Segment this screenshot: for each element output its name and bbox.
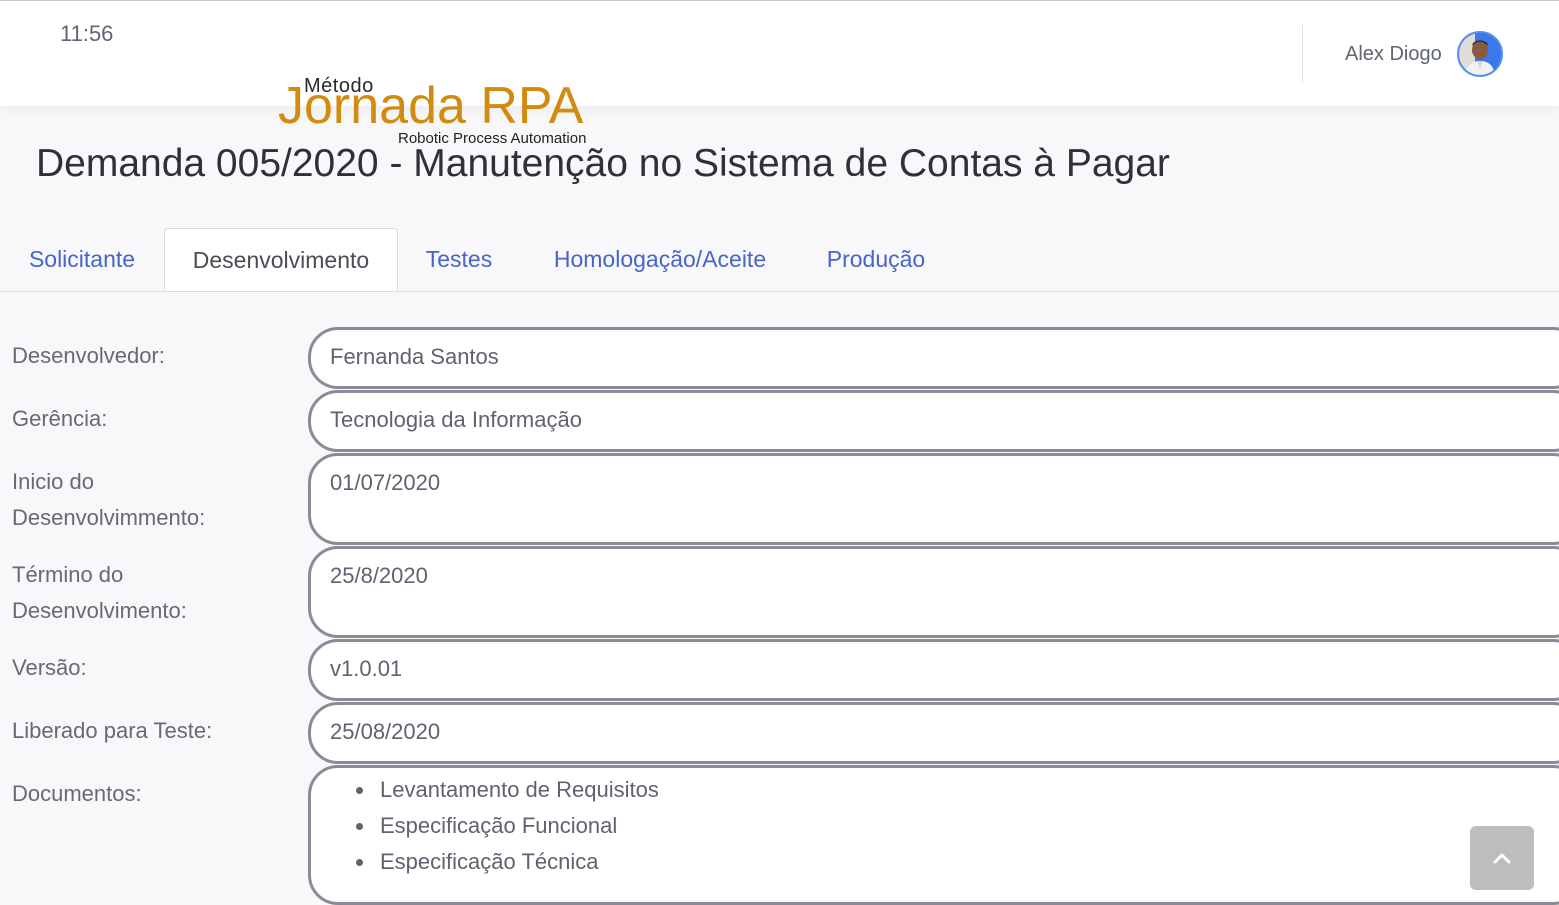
inicio-label-line1: Inicio do: [12, 469, 94, 494]
termino-label-line2: Desenvolvimento:: [12, 598, 187, 623]
versao-value: v1.0.01: [330, 656, 403, 681]
liberado-value: 25/08/2020: [330, 719, 441, 744]
topbar-divider: [1302, 25, 1303, 83]
scroll-to-top-button[interactable]: [1470, 826, 1534, 890]
tab-desenvolvimento[interactable]: Desenvolvimento: [164, 228, 398, 291]
documentos-field: Levantamento de Requisitos Especificação…: [308, 765, 1559, 905]
documento-label: Levantamento de Requisitos: [380, 777, 659, 802]
inicio-field[interactable]: 01/07/2020: [308, 453, 1559, 545]
bullet-icon: [356, 859, 363, 866]
desenvolvedor-label: Desenvolvedor:: [12, 343, 165, 368]
liberado-field[interactable]: 25/08/2020: [308, 702, 1559, 764]
desenvolvedor-field[interactable]: Fernanda Santos: [308, 327, 1559, 389]
liberado-label: Liberado para Teste:: [12, 718, 213, 743]
versao-field[interactable]: v1.0.01: [308, 639, 1559, 701]
inicio-label-line2: Desenvolvimmento:: [12, 505, 206, 530]
documentos-list: Levantamento de Requisitos Especificação…: [356, 772, 659, 880]
avatar-photo-icon: [1459, 33, 1501, 75]
tab-producao[interactable]: Produção: [800, 228, 952, 290]
bullet-icon: [356, 787, 363, 794]
documento-item[interactable]: Especificação Técnica: [356, 844, 659, 880]
inicio-value: 01/07/2020: [330, 470, 441, 495]
termino-label-line1: Término do: [12, 562, 124, 587]
tab-homologacao-aceite[interactable]: Homologação/Aceite: [520, 228, 800, 290]
termino-value: 25/8/2020: [330, 563, 428, 588]
gerencia-field[interactable]: Tecnologia da Informação: [308, 390, 1559, 452]
documento-label: Especificação Funcional: [380, 813, 618, 838]
tab-solicitante[interactable]: Solicitante: [0, 228, 164, 290]
versao-label: Versão:: [12, 655, 87, 680]
top-bar: 11:56 Alex Diogo: [0, 0, 1559, 106]
gerencia-value: Tecnologia da Informação: [330, 407, 582, 432]
tab-bar: Solicitante Desenvolvimento Testes Homol…: [0, 228, 1559, 292]
page-title: Demanda 005/2020 - Manutenção no Sistema…: [36, 142, 1170, 185]
user-name[interactable]: Alex Diogo: [1345, 43, 1442, 66]
jornada-rpa-logo: Método Jornada RPA Robotic Process Autom…: [278, 72, 588, 150]
documento-label: Especificação Técnica: [380, 849, 599, 874]
documento-item[interactable]: Especificação Funcional: [356, 808, 659, 844]
bullet-icon: [356, 823, 363, 830]
desenvolvedor-value: Fernanda Santos: [330, 344, 499, 369]
gerencia-label: Gerência:: [12, 406, 108, 431]
logo-main-text: Jornada RPA: [278, 77, 584, 135]
user-avatar[interactable]: [1457, 31, 1503, 77]
documento-item[interactable]: Levantamento de Requisitos: [356, 772, 659, 808]
documentos-label: Documentos:: [12, 781, 142, 806]
chevron-up-icon: [1493, 853, 1511, 864]
tab-testes[interactable]: Testes: [398, 228, 520, 290]
termino-field[interactable]: 25/8/2020: [308, 546, 1559, 638]
clock: 11:56: [60, 21, 114, 46]
